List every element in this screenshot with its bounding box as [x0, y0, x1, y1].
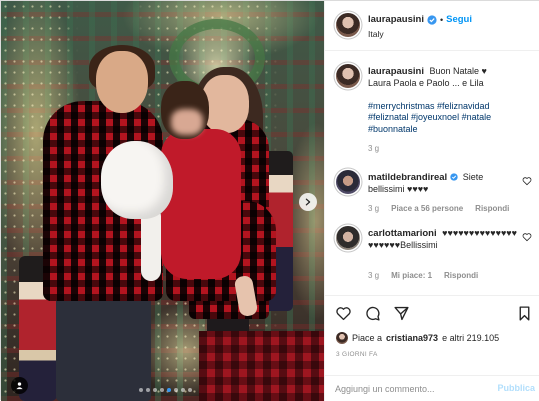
comment-text: carlottamarioni ♥♥♥♥♥♥♥♥♥♥♥♥♥♥♥♥♥♥♥♥Bell… — [368, 228, 518, 251]
heart-icon[interactable] — [522, 232, 532, 242]
carousel-dot — [181, 388, 185, 392]
post-header: laurapausini • Segui Italy — [325, 1, 539, 51]
comment-meta: 3 g Mi piace: 1 Rispondi — [368, 271, 478, 280]
girl-red-top — [161, 129, 241, 279]
carousel-dot — [153, 388, 157, 392]
likes-prefix: Piace a — [352, 333, 383, 343]
separator-dot: • — [439, 14, 444, 25]
caption-line-2: Laura Paola e Paolo ... e Lila — [368, 77, 484, 88]
list-item: matildebrandireal Siete bellissimi ♥♥♥♥ … — [336, 170, 536, 216]
comment-input[interactable] — [335, 381, 485, 397]
avatar[interactable] — [336, 170, 360, 194]
carousel-dot — [174, 388, 178, 392]
verified-badge-icon — [450, 173, 458, 181]
post-side-panel: laurapausini • Segui Italy laurapausini … — [324, 1, 539, 401]
verified-badge-icon — [427, 14, 437, 25]
instagram-post: laurapausini • Segui Italy laurapausini … — [0, 0, 539, 401]
avatar[interactable] — [336, 64, 360, 88]
header-name-row: laurapausini • Segui — [368, 14, 472, 25]
publish-button[interactable]: Pubblica — [497, 383, 535, 393]
comment-likes[interactable]: Piace a 56 persone — [391, 204, 463, 213]
avatar[interactable] — [336, 226, 360, 250]
caption-hashtags[interactable]: #merrychristmas #feliznavidad #feliznata… — [368, 101, 491, 134]
carousel-dot — [160, 388, 164, 392]
caption-time[interactable]: 3 g — [368, 144, 379, 153]
comment-time[interactable]: 3 g — [368, 204, 379, 213]
share-icon[interactable] — [393, 305, 410, 322]
comment-text: matildebrandireal Siete bellissimi ♥♥♥♥ — [368, 172, 518, 195]
follow-button[interactable]: Segui — [446, 14, 472, 25]
post-photo[interactable] — [1, 1, 324, 401]
add-comment-bar: Pubblica — [325, 375, 539, 401]
post-actions: Piace a cristiana973 e altri 219.105 3 G… — [325, 295, 539, 375]
action-icons — [335, 305, 410, 322]
comments-list[interactable]: laurapausini Buon Natale ♥ Laura Paola e… — [325, 52, 539, 295]
heart-icon[interactable] — [522, 176, 532, 186]
heart-icon[interactable] — [335, 305, 352, 322]
girl-blurred-face — [171, 109, 203, 135]
comment-username[interactable]: carlottamarioni — [368, 228, 437, 239]
post-location[interactable]: Italy — [368, 29, 384, 39]
caption-meta: 3 g — [368, 144, 379, 153]
caption-text: laurapausini Buon Natale ♥ Laura Paola e… — [368, 66, 518, 135]
reply-button[interactable]: Rispondi — [475, 204, 509, 213]
carousel-dot — [167, 388, 171, 392]
man-face — [96, 51, 148, 113]
list-item: carlottamarioni ♥♥♥♥♥♥♥♥♥♥♥♥♥♥♥♥♥♥♥♥Bell… — [336, 226, 536, 286]
comment-time[interactable]: 3 g — [368, 271, 379, 280]
comment-icon[interactable] — [364, 305, 381, 322]
post-timestamp[interactable]: 3 GIORNI FA — [336, 351, 378, 358]
bookmark-icon[interactable] — [516, 305, 533, 324]
user-tag-icon[interactable] — [11, 377, 28, 394]
avatar[interactable] — [336, 13, 360, 37]
comment-username[interactable]: matildebrandireal — [368, 172, 447, 183]
likes-suffix[interactable]: e altri 219.105 — [442, 333, 499, 343]
likes-user[interactable]: cristiana973 — [386, 333, 438, 343]
carousel-dot — [188, 388, 192, 392]
chevron-right-icon[interactable] — [299, 193, 317, 211]
caption-username[interactable]: laurapausini — [368, 66, 424, 77]
reply-button[interactable]: Rispondi — [444, 271, 478, 280]
likes-summary[interactable]: Piace a cristiana973 e altri 219.105 — [336, 332, 499, 344]
carousel-dot — [146, 388, 150, 392]
carousel-dot — [139, 388, 143, 392]
comment-likes[interactable]: Mi piace: 1 — [391, 271, 432, 280]
caption: laurapausini Buon Natale ♥ Laura Paola e… — [336, 64, 536, 154]
gift-boxes — [199, 331, 324, 401]
white-dog — [101, 141, 173, 219]
caption-line-1: Buon Natale ♥ — [429, 66, 487, 76]
comment-meta: 3 g Piace a 56 persone Rispondi — [368, 204, 509, 213]
avatar — [336, 332, 348, 344]
author-username[interactable]: laurapausini — [368, 14, 424, 25]
carousel-indicator — [139, 388, 192, 392]
man-jeans — [56, 286, 151, 401]
